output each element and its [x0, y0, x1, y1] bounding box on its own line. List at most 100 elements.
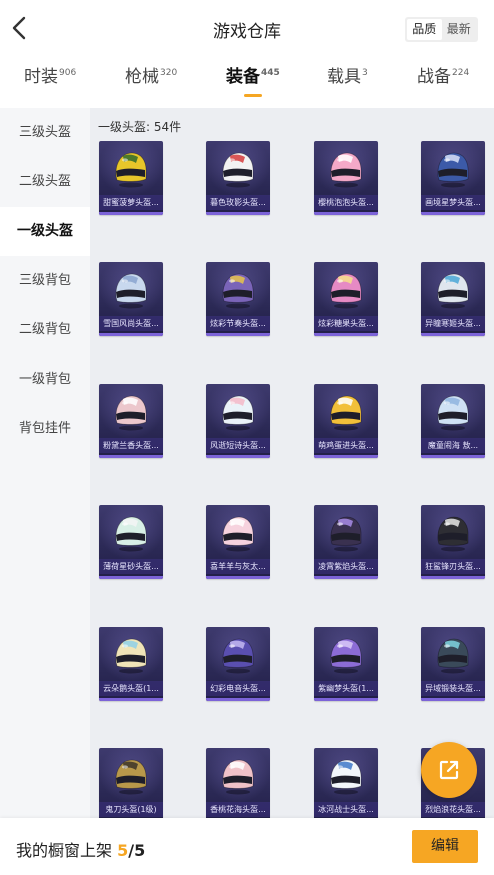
tab-count: 3	[362, 68, 368, 79]
item-label: 鬼刀头盔(1级)	[99, 802, 163, 817]
edit-button[interactable]: 编辑	[412, 830, 478, 863]
sidebar-item-level2-helmet[interactable]: 二级头盔	[0, 157, 90, 206]
item-label: 异瞳寒姬头盔...	[421, 316, 485, 331]
item-label: 炫彩节奏头盔...	[206, 316, 270, 331]
external-link-icon	[439, 760, 459, 780]
helmet-icon	[330, 638, 362, 674]
helmet-icon	[437, 395, 469, 431]
helmet-item-card[interactable]: 异域锻装头盔...	[421, 627, 485, 701]
header: 游戏仓库 品质 最新	[0, 0, 494, 58]
item-label: 雪国风尚头盔...	[99, 316, 163, 331]
sidebar-item-level1-backpack[interactable]: 一级背包	[0, 355, 90, 404]
showcase-current-count: 5	[117, 841, 129, 860]
helmet-icon	[115, 395, 147, 431]
helmet-item-card[interactable]: 薄荷星砂头盔...	[99, 505, 163, 579]
item-label: 香桃花海头盔...	[206, 802, 270, 817]
sidebar-item-level3-backpack[interactable]: 三级背包	[0, 256, 90, 305]
tab-weapons[interactable]: 枪械320	[125, 62, 177, 104]
helmet-icon	[330, 759, 362, 795]
helmet-icon	[115, 759, 147, 795]
item-label: 烈焰浪花头盔...	[421, 802, 485, 817]
helmet-item-card[interactable]: 画境星梦头盔...	[421, 141, 485, 215]
sidebar-item-level3-helmet[interactable]: 三级头盔	[0, 108, 90, 157]
helmet-item-card[interactable]: 幻彩电音头盔...	[206, 627, 270, 701]
helmet-item-card[interactable]: 甜蜜菠萝头盔...	[99, 141, 163, 215]
item-label: 紫幽梦头盔(1...	[314, 681, 378, 696]
helmet-item-card[interactable]: 喜羊羊与灰太...	[206, 505, 270, 579]
tab-supplies[interactable]: 战备224	[417, 62, 469, 104]
sidebar: 三级头盔 二级头盔 一级头盔 三级背包 二级背包 一级背包 背包挂件	[0, 108, 90, 818]
helmet-icon	[437, 638, 469, 674]
item-label: 粉黛兰香头盔...	[99, 438, 163, 453]
helmet-item-card[interactable]: 云朵鹅头盔(1...	[99, 627, 163, 701]
helmet-item-card[interactable]: 鬼刀头盔(1级)	[99, 748, 163, 818]
showcase-label: 我的橱窗上架	[16, 841, 113, 860]
item-label: 暮色玫影头盔...	[206, 195, 270, 210]
helmet-icon	[115, 273, 147, 309]
bottom-bar: 我的橱窗上架 5/5 编辑	[0, 818, 494, 875]
tab-count: 445	[261, 68, 280, 79]
sidebar-item-backpack-charm[interactable]: 背包挂件	[0, 404, 90, 453]
helmet-icon	[437, 152, 469, 188]
helmet-icon	[222, 273, 254, 309]
tab-label: 载具	[327, 67, 361, 87]
item-label: 狂鲨锋刃头盔...	[421, 559, 485, 574]
helmet-item-card[interactable]: 异瞳寒姬头盔...	[421, 262, 485, 336]
tab-equipment[interactable]: 装备445	[226, 62, 280, 104]
showcase-total-count: 5	[134, 841, 146, 860]
helmet-icon	[330, 516, 362, 552]
sidebar-item-level2-backpack[interactable]: 二级背包	[0, 305, 90, 354]
helmet-item-card[interactable]: 雪国风尚头盔...	[99, 262, 163, 336]
item-label: 甜蜜菠萝头盔...	[99, 195, 163, 210]
item-grid-panel: 一级头盔: 54件 甜蜜菠萝头盔... 暮色玫影头盔... 樱桃泡泡头盔... 画境星…	[90, 108, 494, 818]
share-button[interactable]	[421, 742, 477, 798]
item-label: 薄荷星砂头盔...	[99, 559, 163, 574]
sort-option-quality[interactable]: 品质	[407, 19, 442, 40]
helmet-item-card[interactable]: 香桃花海头盔...	[206, 748, 270, 818]
helmet-icon	[222, 152, 254, 188]
item-label: 凌霄紫焰头盔...	[314, 559, 378, 574]
item-label: 魔童闹海 敖...	[421, 438, 485, 453]
helmet-icon	[222, 395, 254, 431]
helmet-item-card[interactable]: 萌鸡蛋进头盔...	[314, 384, 378, 458]
helmet-icon	[330, 395, 362, 431]
helmet-item-card[interactable]: 狂鲨锋刃头盔...	[421, 505, 485, 579]
item-label: 喜羊羊与灰太...	[206, 559, 270, 574]
helmet-icon	[115, 638, 147, 674]
category-tabs: 时装906 枪械320 装备445 载具3 战备224	[0, 62, 494, 104]
helmet-icon	[222, 516, 254, 552]
tab-label: 战备	[417, 67, 451, 87]
helmet-item-card[interactable]: 紫幽梦头盔(1...	[314, 627, 378, 701]
tab-fashion[interactable]: 时装906	[24, 62, 76, 104]
helmet-item-card[interactable]: 粉黛兰香头盔...	[99, 384, 163, 458]
helmet-item-card[interactable]: 魔童闹海 敖...	[421, 384, 485, 458]
helmet-icon	[115, 152, 147, 188]
tab-count: 224	[452, 68, 470, 79]
helmet-item-card[interactable]: 暮色玫影头盔...	[206, 141, 270, 215]
item-label: 炫彩糖果头盔...	[314, 316, 378, 331]
item-label: 云朵鹅头盔(1...	[99, 681, 163, 696]
helmet-icon	[115, 516, 147, 552]
helmet-item-card[interactable]: 樱桃泡泡头盔...	[314, 141, 378, 215]
tab-count: 320	[160, 68, 178, 79]
item-label: 樱桃泡泡头盔...	[314, 195, 378, 210]
helmet-icon	[437, 516, 469, 552]
helmet-item-card[interactable]: 炫彩节奏头盔...	[206, 262, 270, 336]
helmet-item-card[interactable]: 炫彩糖果头盔...	[314, 262, 378, 336]
sidebar-item-level1-helmet[interactable]: 一级头盔	[0, 207, 90, 256]
helmet-icon	[437, 273, 469, 309]
tab-count: 906	[59, 68, 77, 79]
helmet-item-card[interactable]: 冰河战士头盔...	[314, 748, 378, 818]
item-label: 冰河战士头盔...	[314, 802, 378, 817]
item-label: 幻彩电音头盔...	[206, 681, 270, 696]
section-title: 一级头盔: 54件	[98, 120, 182, 134]
item-label: 异域锻装头盔...	[421, 681, 485, 696]
item-label: 画境星梦头盔...	[421, 195, 485, 210]
helmet-item-card[interactable]: 凌霄紫焰头盔...	[314, 505, 378, 579]
helmet-icon	[330, 273, 362, 309]
tab-vehicles[interactable]: 载具3	[327, 62, 368, 104]
helmet-item-card[interactable]: 风逝短诗头盔...	[206, 384, 270, 458]
helmet-icon	[222, 638, 254, 674]
tab-label: 装备	[226, 67, 260, 87]
sort-option-latest[interactable]: 最新	[442, 19, 477, 40]
